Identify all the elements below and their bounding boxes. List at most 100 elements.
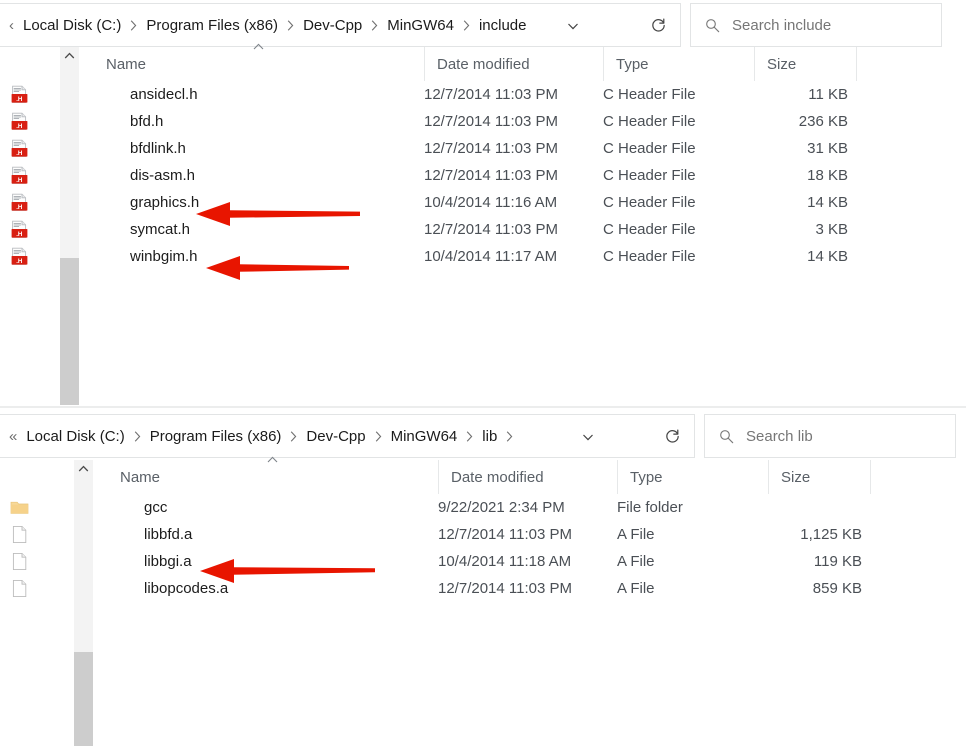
svg-text:.H: .H: [16, 177, 23, 184]
generic-file-icon: [12, 579, 27, 598]
breadcrumb-overflow-icon[interactable]: ‹: [0, 18, 19, 33]
table-row[interactable]: libopcodes.a 12/7/2014 11:03 PM A File 859 …: [0, 575, 966, 602]
column-header-date-modified[interactable]: Date modified: [424, 47, 603, 81]
cell-name[interactable]: bfdlink.h: [94, 135, 424, 162]
sort-ascending-icon: [267, 456, 278, 463]
cell-date-modified: 10/4/2014 11:16 AM: [424, 194, 558, 211]
c-header-file-icon: .H: [11, 85, 28, 103]
scroll-up-button[interactable]: [74, 460, 93, 478]
table-row[interactable]: gcc 9/22/2021 2:34 PM File folder: [0, 494, 966, 521]
cell-size: 14 KB: [807, 194, 848, 211]
cell-type: A File: [617, 553, 655, 570]
address-toolbar-lib: « Local Disk (C:) Program Files (x86) De…: [0, 414, 966, 458]
table-row[interactable]: libbgi.a 10/4/2014 11:18 AM A File 119 KB: [0, 548, 966, 575]
scrollbar-thumb[interactable]: [60, 258, 79, 405]
breadcrumb-overflow-icon[interactable]: «: [0, 429, 22, 444]
chevron-up-icon: [64, 52, 75, 59]
cell-name[interactable]: ansidecl.h: [94, 81, 424, 108]
breadcrumb-chevron-icon: [461, 430, 478, 442]
column-header-label: Size: [767, 55, 797, 73]
table-row[interactable]: .H symcat.h 12/7/2014 11:03 PM C Header Fil…: [0, 216, 966, 243]
svg-text:.H: .H: [16, 231, 23, 238]
cell-name[interactable]: libbgi.a: [108, 548, 438, 575]
chevron-down-icon: [568, 23, 578, 30]
table-row[interactable]: .H ansidecl.h 12/7/2014 11:03 PM C Header F…: [0, 81, 966, 108]
cell-type: C Header File: [603, 86, 696, 103]
cell-type: C Header File: [603, 194, 696, 211]
column-header-label: Name: [120, 468, 161, 486]
refresh-button[interactable]: [637, 3, 681, 47]
cell-date-modified: 10/4/2014 11:17 AM: [424, 248, 558, 265]
breadcrumb-item-3[interactable]: MinGW64: [383, 14, 458, 37]
breadcrumb-item-2[interactable]: Dev-Cpp: [302, 425, 369, 448]
breadcrumb-item-1[interactable]: Program Files (x86): [146, 425, 286, 448]
breadcrumb-history-dropdown[interactable]: [552, 4, 594, 48]
address-toolbar-include: ‹ Local Disk (C:) Program Files (x86) De…: [0, 3, 966, 47]
cell-type: A File: [617, 580, 655, 597]
cell-type: C Header File: [603, 167, 696, 184]
file-list-include: Name Date modified Type Size .H ansidecl.…: [0, 43, 966, 405]
scrollbar-thumb[interactable]: [74, 652, 93, 746]
scroll-up-button[interactable]: [60, 47, 79, 65]
sort-ascending-icon: [253, 43, 264, 50]
column-header-label: Type: [616, 55, 649, 73]
table-row[interactable]: .H graphics.h 10/4/2014 11:16 AM C Header F…: [0, 189, 966, 216]
c-header-file-icon: .H: [11, 139, 28, 157]
cell-name[interactable]: dis-asm.h: [94, 162, 424, 189]
generic-file-icon: [10, 552, 29, 571]
cell-size: 18 KB: [807, 167, 848, 184]
breadcrumb-item-4[interactable]: lib: [478, 425, 501, 448]
search-box-include[interactable]: Search include: [690, 3, 942, 47]
breadcrumb-item-2[interactable]: Dev-Cpp: [299, 14, 366, 37]
svg-text:.H: .H: [16, 123, 23, 130]
cell-name[interactable]: libopcodes.a: [108, 575, 438, 602]
breadcrumb-chevron-icon: [501, 430, 518, 442]
cell-name[interactable]: graphics.h: [94, 189, 424, 216]
breadcrumb-item-0[interactable]: Local Disk (C:): [19, 14, 125, 37]
column-header-name[interactable]: Name: [108, 456, 438, 494]
c-header-file-icon: .H: [10, 139, 29, 158]
breadcrumb-bar-include[interactable]: ‹ Local Disk (C:) Program Files (x86) De…: [0, 3, 638, 47]
search-input[interactable]: Search include: [732, 17, 831, 34]
folder-icon: [10, 501, 29, 514]
cell-name[interactable]: symcat.h: [94, 216, 424, 243]
column-header-date-modified[interactable]: Date modified: [438, 460, 617, 494]
cell-name[interactable]: winbgim.h: [94, 243, 424, 270]
breadcrumb-bar-lib[interactable]: « Local Disk (C:) Program Files (x86) De…: [0, 414, 653, 458]
c-header-file-icon: .H: [11, 112, 28, 130]
cell-name[interactable]: libbfd.a: [108, 521, 438, 548]
svg-text:.H: .H: [16, 150, 23, 157]
cell-name[interactable]: gcc: [108, 494, 438, 521]
column-header-size[interactable]: Size: [768, 460, 870, 494]
table-row[interactable]: .H bfd.h 12/7/2014 11:03 PM C Header File 23…: [0, 108, 966, 135]
cell-name[interactable]: bfd.h: [94, 108, 424, 135]
breadcrumb-history-dropdown[interactable]: [567, 415, 609, 459]
generic-file-icon: [12, 525, 27, 544]
column-header-type[interactable]: Type: [603, 47, 754, 81]
column-header-label: Date modified: [451, 468, 544, 486]
table-row[interactable]: .H dis-asm.h 12/7/2014 11:03 PM C Header Fi…: [0, 162, 966, 189]
table-row[interactable]: .H bfdlink.h 12/7/2014 11:03 PM C Header Fi…: [0, 135, 966, 162]
c-header-file-icon: .H: [10, 85, 29, 104]
column-header-label: Type: [630, 468, 663, 486]
chevron-down-icon: [583, 434, 593, 441]
breadcrumb-item-3[interactable]: MinGW64: [387, 425, 462, 448]
column-header-size[interactable]: Size: [754, 47, 856, 81]
breadcrumb-item-4[interactable]: include: [475, 14, 531, 37]
cell-type: C Header File: [603, 113, 696, 130]
c-header-file-icon: .H: [10, 247, 29, 266]
column-header-type[interactable]: Type: [617, 460, 768, 494]
file-list-lib: Name Date modified Type Size gcc 9/22/202…: [0, 456, 966, 746]
breadcrumb-item-1[interactable]: Program Files (x86): [142, 14, 282, 37]
c-header-file-icon: .H: [11, 193, 28, 211]
breadcrumb-item-0[interactable]: Local Disk (C:): [22, 425, 128, 448]
table-row[interactable]: .H winbgim.h 10/4/2014 11:17 AM C Header Fi…: [0, 243, 966, 270]
table-row[interactable]: libbfd.a 12/7/2014 11:03 PM A File 1,125 KB: [0, 521, 966, 548]
cell-date-modified: 12/7/2014 11:03 PM: [438, 580, 572, 597]
explorer-screenshot: ‹ Local Disk (C:) Program Files (x86) De…: [0, 0, 966, 746]
column-header-name[interactable]: Name: [94, 43, 424, 81]
cell-size: 236 KB: [798, 113, 848, 130]
search-input[interactable]: Search lib: [746, 428, 813, 445]
search-box-lib[interactable]: Search lib: [704, 414, 956, 458]
refresh-button[interactable]: [651, 414, 695, 458]
